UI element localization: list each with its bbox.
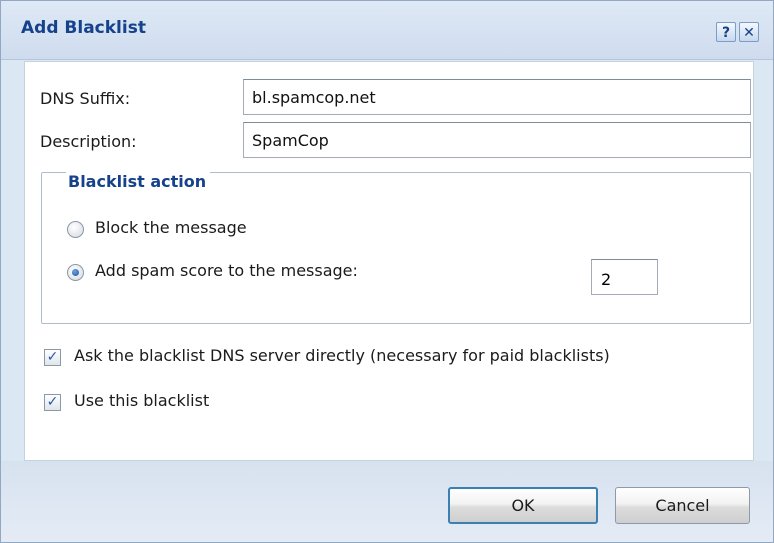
dns-suffix-input[interactable] [243,79,751,115]
blacklist-action-legend: Blacklist action [66,172,211,191]
use-blacklist-label[interactable]: Use this blacklist [74,391,209,410]
dialog-titlebar: Add Blacklist ? ✕ [1,1,773,60]
description-input[interactable] [243,122,751,158]
dns-suffix-label: DNS Suffix: [40,89,131,108]
ask-dns-directly-checkbox[interactable]: ✓ [44,349,61,366]
spam-score-input[interactable] [591,259,658,295]
ok-button[interactable]: OK [448,487,598,524]
cancel-button[interactable]: Cancel [615,487,750,524]
block-message-label[interactable]: Block the message [95,218,247,237]
add-spam-score-radio[interactable] [67,264,84,281]
block-message-radio[interactable] [67,221,84,238]
close-icon[interactable]: ✕ [739,22,759,42]
add-spam-score-label[interactable]: Add spam score to the message: [95,261,358,280]
ask-dns-directly-label[interactable]: Ask the blacklist DNS server directly (n… [74,346,610,365]
blacklist-action-group [41,172,751,324]
help-icon[interactable]: ? [716,22,736,42]
use-blacklist-checkbox[interactable]: ✓ [44,394,61,411]
dialog-title: Add Blacklist [21,18,146,38]
description-label: Description: [40,132,137,151]
